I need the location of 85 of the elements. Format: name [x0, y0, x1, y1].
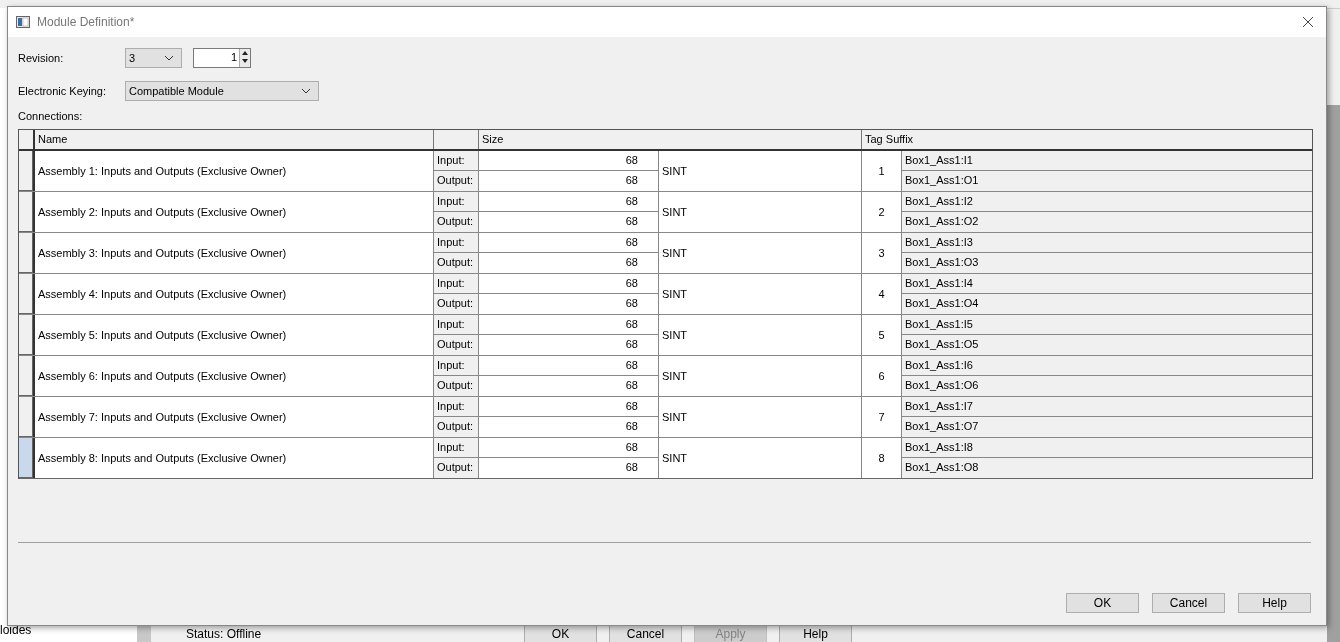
- table-cell: 7: [862, 397, 902, 437]
- tree-item-text: loides: [0, 623, 33, 639]
- keying-dropdown[interactable]: Compatible Module: [125, 81, 319, 101]
- column-header: Tag Suffix: [864, 132, 915, 147]
- minor-revision-spinner[interactable]: 1: [193, 48, 251, 68]
- table-cell: SINT: [659, 397, 862, 437]
- table-cell: Assembly 3: Inputs and Outputs (Exclusive Owner): [35, 233, 434, 273]
- chevron-down-icon: [164, 55, 174, 61]
- table-cell: 1: [862, 151, 902, 191]
- table-cell: 68: [479, 397, 659, 417]
- row-header[interactable]: [19, 274, 35, 314]
- table-cell: Input:: [434, 315, 479, 335]
- table-cell: 68: [479, 253, 659, 273]
- row-header[interactable]: [19, 397, 35, 437]
- table-cell: Assembly 1: Inputs and Outputs (Exclusive Owner): [35, 151, 434, 191]
- table-cell: Assembly 5: Inputs and Outputs (Exclusive Owner): [35, 315, 434, 355]
- table-cell: SINT: [659, 192, 862, 232]
- table-cell: Output:: [434, 335, 479, 355]
- table-cell: Input:: [434, 233, 479, 253]
- table-cell: Input:: [434, 274, 479, 294]
- table-cell: 8: [862, 438, 902, 478]
- table-cell: 68: [479, 458, 659, 478]
- table-cell: 4: [862, 274, 902, 314]
- row-header[interactable]: [19, 151, 35, 191]
- table-cell: 68: [479, 151, 659, 171]
- row-header[interactable]: [19, 356, 35, 396]
- table-cell: Assembly 8: Inputs and Outputs (Exclusive Owner): [35, 438, 434, 478]
- up-arrow-icon[interactable]: [240, 49, 250, 57]
- table-cell: SINT: [659, 233, 862, 273]
- table-cell: SINT: [659, 151, 862, 191]
- table-cell: Assembly 7: Inputs and Outputs (Exclusive Owner): [35, 397, 434, 437]
- row-header[interactable]: [19, 438, 35, 478]
- dialog-button[interactable]: Cancel: [1152, 593, 1225, 613]
- table-cell: 68: [479, 417, 659, 437]
- table-cell: Output:: [434, 171, 479, 191]
- table-cell: 68: [479, 315, 659, 335]
- table-cell: 68: [479, 335, 659, 355]
- revision-label: Revision:: [18, 52, 65, 64]
- window-title: Module Definition*: [37, 15, 136, 29]
- chevron-down-icon: [301, 88, 311, 94]
- table-cell: Input:: [434, 192, 479, 212]
- table-cell: SINT: [659, 274, 862, 314]
- table-cell: 68: [479, 438, 659, 458]
- window-icon: [16, 16, 30, 28]
- dialog-button[interactable]: Help: [1238, 593, 1311, 613]
- table-cell: SINT: [659, 356, 862, 396]
- table-cell: 68: [479, 171, 659, 191]
- table-cell: SINT: [659, 438, 862, 478]
- table-cell: 68: [479, 274, 659, 294]
- column-header: Size: [479, 130, 862, 149]
- table-cell: Assembly 2: Inputs and Outputs (Exclusive Owner): [35, 192, 434, 232]
- table-cell: 3: [862, 233, 902, 273]
- down-arrow-icon[interactable]: [240, 57, 250, 65]
- connections-label: Connections:: [18, 110, 84, 122]
- table-cell: Output:: [434, 458, 479, 478]
- table-cell: 68: [479, 233, 659, 253]
- table-cell: Input:: [434, 151, 479, 171]
- table-cell: Output:: [434, 253, 479, 273]
- revision-dropdown[interactable]: 3: [125, 48, 182, 68]
- table-cell: 68: [479, 212, 659, 232]
- table-cell: Input:: [434, 397, 479, 417]
- table-cell: Input:: [434, 438, 479, 458]
- table-cell: 6: [862, 356, 902, 396]
- table-cell: Output:: [434, 376, 479, 396]
- table-cell: 68: [479, 376, 659, 396]
- status-text: Status: Offline: [186, 627, 263, 642]
- row-header[interactable]: [19, 192, 35, 232]
- table-cell: 68: [479, 192, 659, 212]
- row-header[interactable]: [19, 315, 35, 355]
- table-cell: 5: [862, 315, 902, 355]
- table-cell: Output:: [434, 294, 479, 314]
- table-cell: Output:: [434, 417, 479, 437]
- keying-label: Electronic Keying:: [18, 85, 108, 97]
- close-icon[interactable]: [1302, 16, 1314, 28]
- table-cell: Output:: [434, 212, 479, 232]
- table-cell: Assembly 6: Inputs and Outputs (Exclusive Owner): [35, 356, 434, 396]
- row-header[interactable]: [19, 233, 35, 273]
- table-cell: 68: [479, 356, 659, 376]
- column-header: Name: [35, 130, 434, 149]
- table-cell: Input:: [434, 356, 479, 376]
- table-cell: 68: [479, 294, 659, 314]
- table-cell: Assembly 4: Inputs and Outputs (Exclusive Owner): [35, 274, 434, 314]
- table-cell: 2: [862, 192, 902, 232]
- table-cell: SINT: [659, 315, 862, 355]
- dialog-button[interactable]: OK: [1066, 593, 1139, 613]
